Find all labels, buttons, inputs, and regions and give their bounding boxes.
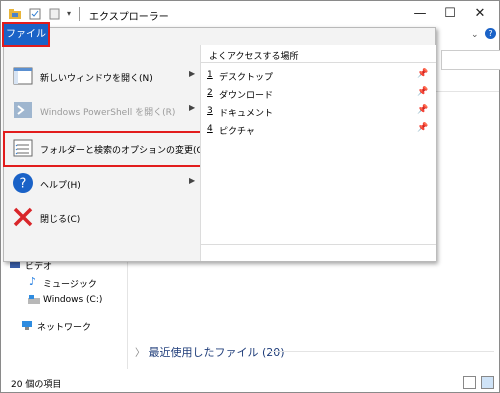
file-menu-commands: 新しいウィンドウを開く(N) ▶ Windows PowerShell を開く(… (3, 45, 207, 261)
svg-text:?: ? (20, 177, 27, 192)
chevron-right-icon: 〉 (135, 348, 145, 359)
pin-icon[interactable]: 📌 (417, 87, 428, 97)
properties-icon[interactable] (29, 8, 41, 20)
nav-item-windows-c[interactable]: Windows (C:) (43, 295, 102, 305)
frequent-item-number: 4 (207, 124, 213, 134)
frequent-item-number: 3 (207, 106, 213, 116)
powershell-icon (14, 102, 32, 118)
frequent-item-name: ドキュメント (219, 109, 274, 119)
frequent-item-name: デスクトップ (219, 73, 274, 83)
help-circle-icon: ? (13, 173, 33, 193)
search-box[interactable] (441, 50, 500, 70)
menu-item-close[interactable]: 閉じる(C) (6, 203, 198, 233)
menu-item-label: 閉じる(C) (40, 215, 81, 225)
frequent-item-downloads[interactable]: 2 ダウンロード 📌 (207, 85, 429, 102)
folder-options-icon (13, 139, 33, 157)
nav-item-network[interactable]: ネットワーク (37, 320, 91, 333)
new-window-icon (13, 67, 33, 85)
frequent-item-documents[interactable]: 3 ドキュメント 📌 (207, 103, 429, 120)
window-title: エクスプローラー (89, 12, 169, 23)
submenu-arrow-icon: ▶ (189, 103, 196, 112)
new-folder-icon[interactable] (49, 8, 61, 20)
frequent-item-pictures[interactable]: 4 ピクチャ 📌 (207, 121, 429, 138)
submenu-arrow-icon: ▶ (189, 176, 196, 185)
close-x-icon (13, 207, 33, 227)
frequent-places-pane: よくアクセスする場所 1 デスクトップ 📌 2 ダウンロード 📌 3 ドキュメン… (200, 45, 436, 261)
large-icons-view-icon[interactable] (481, 376, 494, 389)
recent-files-label: 最近使用したファイル (20) (148, 346, 285, 359)
frequent-item-number: 1 (207, 70, 213, 80)
frequent-places-title: よくアクセスする場所 (209, 52, 299, 62)
customize-quick-access-icon[interactable]: ▾ (67, 9, 79, 21)
file-tab[interactable]: ファイル (2, 22, 50, 47)
details-view-icon[interactable] (463, 376, 476, 389)
menu-item-new-window[interactable]: 新しいウィンドウを開く(N) ▶ (6, 62, 198, 92)
frequent-places-divider (201, 62, 436, 63)
menu-item-help[interactable]: ? ヘルプ(H) ▶ (6, 169, 198, 199)
frequent-item-desktop[interactable]: 1 デスクトップ 📌 (207, 67, 429, 84)
pin-icon[interactable]: 📌 (417, 105, 428, 115)
title-separator (79, 7, 80, 21)
menu-item-folder-options[interactable]: フォルダーと検索のオプションの変更(O) (3, 131, 207, 167)
explorer-window: ▾ エクスプローラー — ☐ ✕ ⌄ ? ビデオ ♪ ミュージック Window… (0, 0, 500, 393)
menu-item-label: ヘルプ(H) (40, 181, 81, 191)
frequent-places-bottom-divider (201, 244, 436, 245)
frequent-item-name: ダウンロード (219, 91, 274, 101)
close-button[interactable]: ✕ (465, 5, 495, 23)
folder-icon (9, 9, 21, 19)
frequent-item-name: ピクチャ (219, 127, 255, 137)
group-divider (269, 351, 494, 352)
network-icon (22, 321, 32, 330)
pin-icon[interactable]: 📌 (417, 123, 428, 133)
music-icon: ♪ (29, 275, 37, 288)
status-bar: 20 個の項目 (1, 371, 499, 392)
menu-item-label: Windows PowerShell を開く(R) (40, 108, 176, 118)
nav-item-music[interactable]: ミュージック (43, 277, 97, 290)
help-icon[interactable]: ? (485, 28, 496, 39)
item-count: 20 個の項目 (11, 380, 62, 390)
maximize-button[interactable]: ☐ (435, 5, 465, 23)
expand-ribbon-icon[interactable]: ⌄ (471, 30, 479, 40)
frequent-item-number: 2 (207, 88, 213, 98)
pin-icon[interactable]: 📌 (417, 69, 428, 79)
drive-icon (28, 295, 40, 304)
file-menu: 新しいウィンドウを開く(N) ▶ Windows PowerShell を開く(… (3, 27, 436, 262)
navigation-pane: ビデオ ♪ ミュージック Windows (C:) ネットワーク (1, 259, 127, 369)
recent-files-group[interactable]: 〉 最近使用したファイル (20) (135, 344, 285, 360)
minimize-button[interactable]: — (405, 5, 435, 23)
submenu-arrow-icon: ▶ (189, 69, 196, 78)
title-bar: ▾ エクスプローラー — ☐ ✕ (1, 1, 499, 29)
menu-item-powershell[interactable]: Windows PowerShell を開く(R) ▶ (6, 96, 198, 126)
menu-item-label: フォルダーと検索のオプションの変更(O) (40, 146, 208, 156)
menu-item-label: 新しいウィンドウを開く(N) (40, 74, 153, 84)
